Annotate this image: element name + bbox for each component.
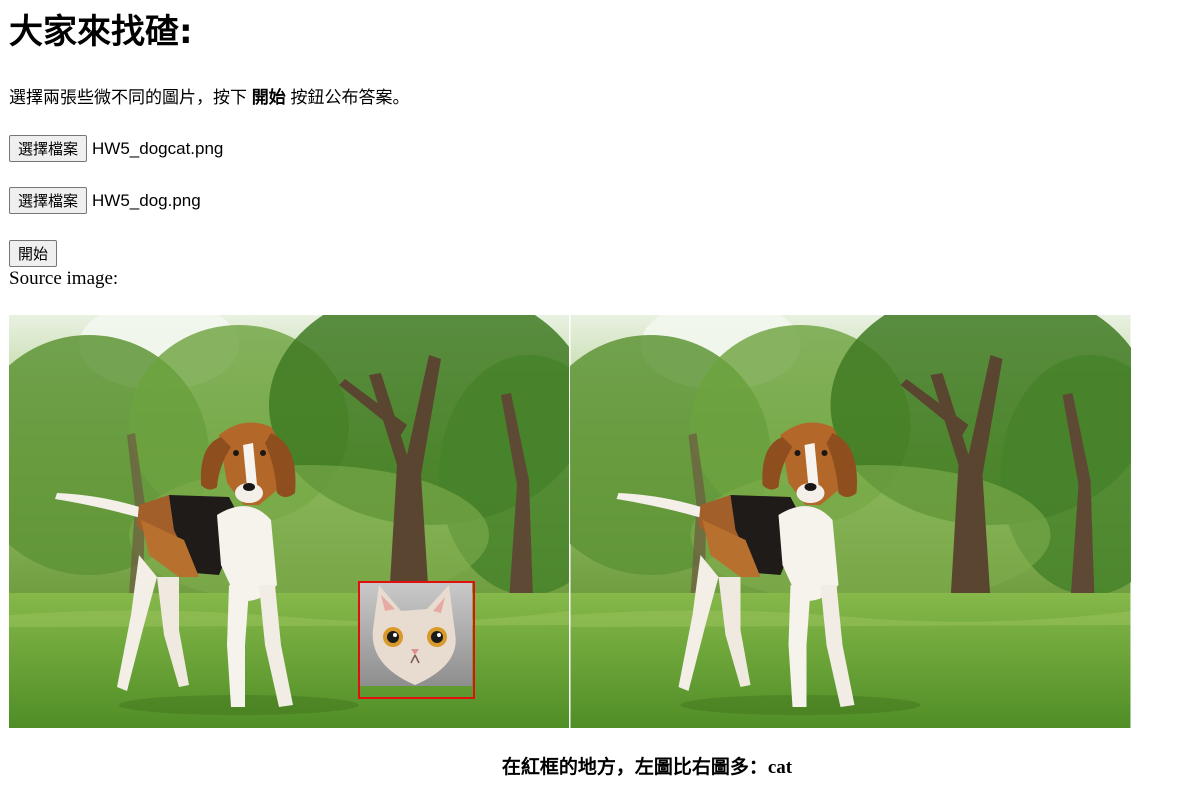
start-button[interactable]: 開始 xyxy=(9,240,58,267)
result-answer: cat xyxy=(767,757,793,778)
choose-file-button-2[interactable]: 選擇檔案 xyxy=(9,187,88,214)
pasted-cat-patch xyxy=(360,583,472,686)
instructions: 選擇兩張些微不同的圖片，按下 開始 按鈕公布答案。 xyxy=(9,86,409,110)
right-source-image xyxy=(570,315,1131,728)
right-park-scene xyxy=(570,315,1131,728)
choose-file-button-1[interactable]: 選擇檔案 xyxy=(9,135,88,162)
instructions-text-end: 按鈕公布答案。 xyxy=(285,88,410,107)
instructions-start-keyword: 開始 xyxy=(251,88,286,107)
instructions-text-start: 選擇兩張些微不同的圖片，按下 xyxy=(9,88,252,107)
selected-file-name-2: HW5_dog.png xyxy=(92,190,201,210)
page-title: 大家來找碴: xyxy=(9,12,193,52)
selected-file-name-1: HW5_dogcat.png xyxy=(92,138,224,158)
source-image-label: Source image: xyxy=(9,268,119,289)
result-prefix: 在紅框的地方，左圖比右圖多： xyxy=(501,757,768,778)
left-source-image xyxy=(9,315,569,728)
file-input-2: 選擇檔案 HW5_dog.png xyxy=(9,187,201,214)
result-message: 在紅框的地方，左圖比右圖多：cat xyxy=(0,752,1192,779)
left-park-scene xyxy=(9,315,569,728)
start-row: 開始 xyxy=(9,240,58,267)
file-input-1: 選擇檔案 HW5_dogcat.png xyxy=(9,135,223,162)
